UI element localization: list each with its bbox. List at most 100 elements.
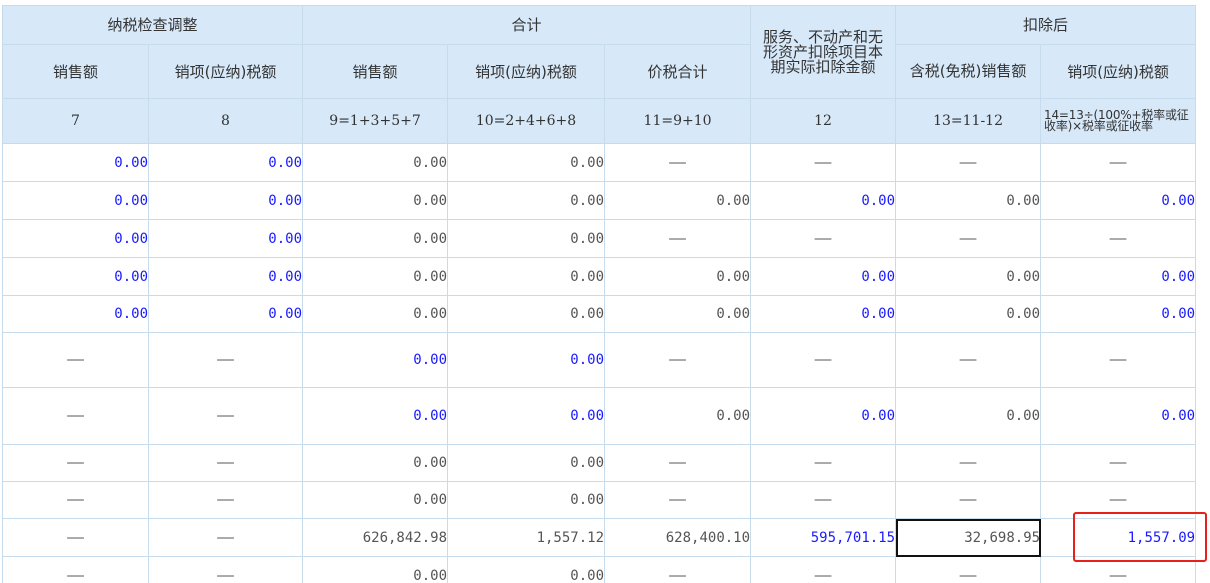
input-cell[interactable]: 0.00: [750, 295, 897, 333]
na-cell: ——: [895, 332, 1042, 388]
na-cell: ——: [750, 481, 897, 519]
input-cell[interactable]: 0.00: [447, 387, 606, 445]
na-cell: ——: [895, 481, 1042, 519]
input-cell[interactable]: 0.00: [1040, 387, 1197, 445]
na-cell: ——: [2, 556, 149, 583]
input-cell[interactable]: 0.00: [2, 143, 149, 182]
table-row: 0.00 0.00 0.00 0.00 0.00 0.00 0.00 0.00: [2, 181, 1197, 220]
table-row: —— —— 0.00 0.00 —— —— —— ——: [2, 556, 1197, 583]
na-cell: ——: [2, 387, 149, 445]
formula-cell: 7: [2, 98, 149, 144]
computed-cell: 0.00: [447, 444, 606, 482]
computed-cell: 0.00: [447, 481, 606, 519]
computed-cell: 0.00: [302, 444, 449, 482]
computed-cell: 0.00: [895, 181, 1042, 220]
computed-cell: 0.00: [447, 143, 606, 182]
tax-form-viewport: 纳税检查调整 合计 服务、不动产和无形资产扣除项目本期实际扣除金额 扣除后 销售…: [0, 0, 1210, 583]
na-cell: ——: [604, 481, 752, 519]
table-row: 0.00 0.00 0.00 0.00 —— —— —— ——: [2, 143, 1197, 182]
formula-cell: 8: [147, 98, 304, 144]
computed-cell: 0.00: [447, 295, 606, 333]
input-cell[interactable]: 0.00: [147, 181, 304, 220]
na-cell: ——: [147, 332, 304, 388]
input-cell[interactable]: 0.00: [2, 219, 149, 258]
column-header-price-tax-total: 价税合计: [604, 44, 752, 99]
na-cell: ——: [750, 556, 897, 583]
input-cell[interactable]: 0.00: [302, 332, 449, 388]
na-cell: ——: [750, 143, 897, 182]
formula-cell: 14=13÷(100%+税率或征收率)×税率或征收率: [1040, 98, 1197, 144]
computed-cell: 0.00: [447, 219, 606, 258]
column-header-total-sales: 销售额: [302, 44, 449, 99]
formula-cell: 10=2+4+6+8: [447, 98, 606, 144]
computed-cell: 0.00: [302, 181, 449, 220]
formula-cell: 9=1+3+5+7: [302, 98, 449, 144]
input-cell[interactable]: 0.00: [750, 181, 897, 220]
computed-cell: 0.00: [604, 387, 752, 445]
computed-cell: 0.00: [447, 181, 606, 220]
input-cell[interactable]: 0.00: [2, 257, 149, 296]
computed-cell: 0.00: [302, 143, 449, 182]
na-cell: ——: [2, 444, 149, 482]
input-cell[interactable]: 0.00: [1040, 257, 1197, 296]
group-header-deduction-amount: 服务、不动产和无形资产扣除项目本期实际扣除金额: [750, 5, 897, 99]
na-cell: ——: [1040, 332, 1197, 388]
input-cell[interactable]: 0.00: [750, 257, 897, 296]
input-cell[interactable]: 0.00: [147, 219, 304, 258]
na-cell: ——: [604, 332, 752, 388]
input-cell[interactable]: 0.00: [1040, 181, 1197, 220]
computed-cell: 1,557.12: [447, 518, 606, 557]
input-cell[interactable]: 0.00: [302, 387, 449, 445]
column-header-total-output-tax: 销项(应纳)税额: [447, 44, 606, 99]
input-cell[interactable]: 1,557.09: [1040, 518, 1197, 557]
group-header-tax-audit-adjustment: 纳税检查调整: [1, 5, 304, 45]
na-cell: ——: [750, 444, 897, 482]
na-cell: ——: [147, 444, 304, 482]
na-cell: ——: [1040, 143, 1197, 182]
na-cell: ——: [604, 444, 752, 482]
column-header-output-tax: 销项(应纳)税额: [147, 44, 304, 99]
formula-cell: 13=11-12: [895, 98, 1042, 144]
na-cell: ——: [2, 481, 149, 519]
table-row: —— —— 0.00 0.00 0.00 0.00 0.00 0.00: [2, 387, 1197, 445]
vat-deduction-table: 纳税检查调整 合计 服务、不动产和无形资产扣除项目本期实际扣除金额 扣除后 销售…: [1, 5, 1197, 583]
input-cell[interactable]: 595,701.15: [750, 518, 897, 557]
formula-cell: 12: [750, 98, 897, 144]
computed-cell: 0.00: [302, 257, 449, 296]
na-cell: ——: [750, 219, 897, 258]
na-cell: ——: [604, 143, 752, 182]
input-cell[interactable]: 0.00: [2, 295, 149, 333]
computed-cell: 0.00: [895, 387, 1042, 445]
input-cell[interactable]: 0.00: [1040, 295, 1197, 333]
table-row: —— —— 0.00 0.00 —— —— —— ——: [2, 444, 1197, 482]
na-cell: ——: [750, 332, 897, 388]
column-header-sales: 销售额: [2, 44, 149, 99]
column-header-taxinclusive-sales: 含税(免税)销售额: [895, 44, 1042, 99]
na-cell: ——: [147, 518, 304, 557]
computed-cell[interactable]: 32,698.95: [895, 518, 1042, 557]
na-cell: ——: [895, 444, 1042, 482]
computed-cell: 626,842.98: [302, 518, 449, 557]
input-cell[interactable]: 0.00: [2, 181, 149, 220]
na-cell: ——: [1040, 219, 1197, 258]
computed-cell: 0.00: [895, 257, 1042, 296]
na-cell: ——: [604, 219, 752, 258]
input-cell[interactable]: 0.00: [447, 332, 606, 388]
input-cell[interactable]: 0.00: [147, 257, 304, 296]
computed-cell: 0.00: [447, 257, 606, 296]
computed-cell: 0.00: [302, 295, 449, 333]
column-header-after-output-tax: 销项(应纳)税额: [1040, 44, 1197, 99]
computed-cell: 628,400.10: [604, 518, 752, 557]
na-cell: ——: [147, 387, 304, 445]
na-cell: ——: [147, 481, 304, 519]
computed-cell: 0.00: [302, 556, 449, 583]
table-row: 0.00 0.00 0.00 0.00 —— —— —— ——: [2, 219, 1197, 258]
na-cell: ——: [895, 556, 1042, 583]
table-row: 0.00 0.00 0.00 0.00 0.00 0.00 0.00 0.00: [2, 257, 1197, 296]
na-cell: ——: [1040, 481, 1197, 519]
input-cell[interactable]: 0.00: [750, 387, 897, 445]
group-header-after-deduction: 扣除后: [895, 5, 1197, 45]
input-cell[interactable]: 0.00: [147, 295, 304, 333]
na-cell: ——: [2, 518, 149, 557]
input-cell[interactable]: 0.00: [147, 143, 304, 182]
